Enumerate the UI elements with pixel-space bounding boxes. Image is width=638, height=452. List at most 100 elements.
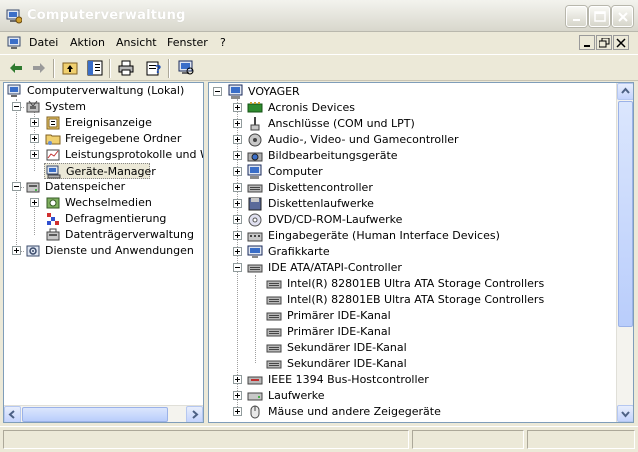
scrollbar-thumb[interactable] [618, 101, 633, 327]
expand-toggle[interactable] [30, 134, 39, 143]
tree-item-freigegebene-ordner[interactable]: Freigegebene Ordner [4, 131, 203, 147]
collapse-toggle[interactable] [233, 263, 242, 272]
expand-toggle[interactable] [233, 247, 242, 256]
scroll-right-button[interactable] [186, 406, 203, 422]
tree-item-ereignisanzeige[interactable]: Ereignisanzeige [4, 115, 203, 131]
device-category[interactable]: IEEE 1394 Bus-Hostcontroller [209, 372, 609, 388]
printer-icon [118, 60, 134, 76]
title-bar[interactable]: Computerverwaltung [0, 0, 638, 32]
floppy-icon [247, 196, 263, 212]
collapse-toggle[interactable] [12, 182, 21, 191]
show-hide-tree-button[interactable] [84, 58, 106, 79]
device-item-ide[interactable]: Primärer IDE-Kanal [209, 308, 609, 324]
menu-ansicht[interactable]: Ansicht [116, 36, 157, 49]
device-category[interactable]: Anschlüsse (COM und LPT) [209, 116, 609, 132]
status-panel [3, 430, 409, 449]
device-category[interactable]: Mäuse und andere Zeigegeräte [209, 404, 609, 420]
device-label: Primärer IDE-Kanal [287, 309, 391, 322]
close-button[interactable] [612, 6, 633, 27]
system-menu-icon[interactable] [7, 35, 23, 51]
expand-toggle[interactable] [233, 199, 242, 208]
maximize-button[interactable] [589, 6, 610, 27]
expand-toggle[interactable] [233, 103, 242, 112]
print-button[interactable] [115, 58, 137, 79]
expand-toggle[interactable] [233, 119, 242, 128]
restore-icon [599, 38, 610, 48]
expand-toggle[interactable] [12, 246, 21, 255]
menu-datei[interactable]: Datei [29, 36, 58, 49]
device-label: Anschlüsse (COM und LPT) [268, 117, 415, 130]
toolbar-separator [53, 59, 55, 78]
device-item-ide[interactable]: Intel(R) 82801EB Ultra ATA Storage Contr… [209, 276, 609, 292]
scroll-left-button[interactable] [4, 406, 21, 422]
expand-toggle[interactable] [233, 151, 242, 160]
expand-toggle[interactable] [233, 135, 242, 144]
device-label: Grafikkarte [268, 245, 330, 258]
controller-icon [247, 260, 263, 276]
tree-item-geraete-manager[interactable]: Geräte-Manager [44, 163, 156, 179]
drive-icon [247, 388, 263, 404]
device-item-ide[interactable]: Sekundärer IDE-Kanal [209, 356, 609, 372]
display-icon [247, 244, 263, 260]
device-category[interactable]: Diskettenlaufwerke [209, 196, 609, 212]
tree-item-wechselmedien[interactable]: Wechselmedien [4, 195, 203, 211]
camera-icon [247, 148, 263, 164]
tree-item-defragmentierung[interactable]: Defragmentierung [4, 211, 203, 227]
expand-toggle[interactable] [233, 391, 242, 400]
mouse-icon [247, 404, 263, 420]
device-root[interactable]: VOYAGER [209, 84, 609, 100]
properties-button[interactable]: ? [143, 58, 165, 79]
tree-item-datentraegerverwaltung[interactable]: Datenträgerverwaltung [4, 227, 203, 243]
device-item-ide[interactable]: Sekundärer IDE-Kanal [209, 340, 609, 356]
device-category[interactable]: Laufwerke [209, 388, 609, 404]
expand-toggle[interactable] [233, 231, 242, 240]
expand-toggle[interactable] [30, 198, 39, 207]
hid-icon [247, 228, 263, 244]
expand-toggle[interactable] [233, 183, 242, 192]
expand-toggle[interactable] [233, 167, 242, 176]
up-level-button[interactable] [59, 58, 81, 79]
console-tree-pane[interactable]: Computerverwaltung (Lokal) System Ereign… [3, 82, 204, 423]
tree-item-system[interactable]: System [4, 99, 203, 115]
device-category-ide[interactable]: IDE ATA/ATAPI-Controller [209, 260, 609, 276]
back-button[interactable] [5, 58, 27, 79]
forward-button[interactable] [28, 58, 50, 79]
tree-item-datenspeicher[interactable]: Datenspeicher [4, 179, 203, 195]
menu-aktion[interactable]: Aktion [70, 36, 105, 49]
child-minimize-button[interactable] [579, 35, 595, 50]
collapse-toggle[interactable] [213, 87, 222, 96]
device-category[interactable]: Audio-, Video- und Gamecontroller [209, 132, 609, 148]
expand-toggle[interactable] [233, 215, 242, 224]
scan-hardware-button[interactable] [175, 58, 197, 79]
collapse-toggle[interactable] [12, 102, 21, 111]
tree-item-leistungsprotokolle[interactable]: Leistungsprotokolle und Warn [4, 147, 203, 163]
expand-toggle[interactable] [30, 118, 39, 127]
child-restore-button[interactable] [596, 35, 612, 50]
expand-toggle[interactable] [30, 150, 39, 159]
expand-toggle[interactable] [233, 407, 242, 416]
tree-item-label: Freigegebene Ordner [65, 132, 182, 145]
vertical-scrollbar[interactable] [616, 83, 633, 422]
device-category[interactable]: DVD/CD-ROM-Laufwerke [209, 212, 609, 228]
menu-fenster[interactable]: Fenster [167, 36, 208, 49]
device-label: Diskettencontroller [268, 181, 373, 194]
expand-toggle[interactable] [233, 375, 242, 384]
tree-item-dienste[interactable]: Dienste und Anwendungen [4, 243, 203, 259]
device-tree-pane[interactable]: VOYAGER Acronis Devices Anschlüsse (COM u… [208, 82, 634, 423]
menu-help[interactable]: ? [220, 36, 226, 49]
device-category[interactable]: Bildbearbeitungsgeräte [209, 148, 609, 164]
device-category[interactable]: Diskettencontroller [209, 180, 609, 196]
device-category[interactable]: Computer [209, 164, 609, 180]
minimize-button[interactable] [566, 6, 587, 27]
tree-item-root[interactable]: Computerverwaltung (Lokal) [4, 83, 203, 99]
device-category[interactable]: Grafikkarte [209, 244, 609, 260]
child-close-button[interactable] [613, 35, 629, 50]
device-category[interactable]: Acronis Devices [209, 100, 609, 116]
scrollbar-thumb[interactable] [22, 407, 168, 422]
scroll-down-button[interactable] [617, 405, 633, 422]
device-item-ide[interactable]: Primärer IDE-Kanal [209, 324, 609, 340]
device-category[interactable]: Eingabegeräte (Human Interface Devices) [209, 228, 609, 244]
horizontal-scrollbar[interactable] [4, 405, 203, 422]
scroll-up-button[interactable] [617, 83, 633, 100]
device-item-ide[interactable]: Intel(R) 82801EB Ultra ATA Storage Contr… [209, 292, 609, 308]
